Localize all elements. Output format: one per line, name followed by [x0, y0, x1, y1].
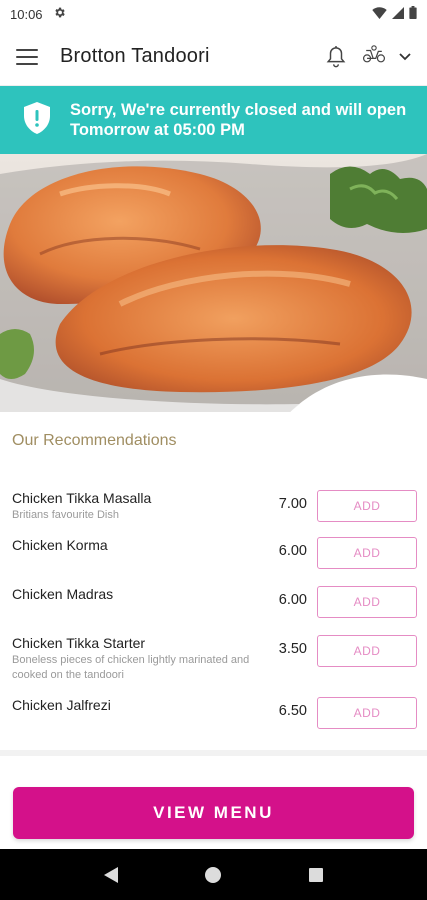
status-bar: 10:06 — [0, 0, 427, 28]
item-price: 3.50 — [278, 641, 307, 657]
add-button[interactable]: ADD — [317, 635, 417, 667]
item-description: Britians favourite Dish — [12, 509, 119, 521]
system-navigation-bar — [0, 849, 427, 900]
item-name: Chicken Korma — [12, 537, 108, 553]
section-divider — [0, 750, 427, 756]
add-button[interactable]: ADD — [317, 490, 417, 522]
shield-alert-icon — [24, 101, 50, 139]
app-bar: Brotton Tandoori — [0, 28, 427, 86]
hamburger-menu-icon[interactable] — [16, 48, 38, 65]
wifi-icon — [372, 6, 387, 22]
chevron-down-icon — [399, 48, 411, 66]
settings-gear-icon — [53, 6, 66, 22]
closed-message: Sorry, We're currently closed and will o… — [70, 101, 407, 139]
item-price: 6.00 — [278, 543, 307, 559]
status-time: 10:06 — [10, 6, 43, 22]
item-price: 6.00 — [278, 592, 307, 608]
item-name: Chicken Madras — [12, 586, 114, 602]
view-menu-button[interactable]: VIEW MENU — [13, 787, 414, 839]
battery-icon — [409, 6, 417, 22]
add-button[interactable]: ADD — [317, 537, 417, 569]
delivery-mode-selector[interactable] — [361, 44, 411, 69]
home-circle-icon[interactable] — [193, 855, 233, 895]
notification-bell-icon[interactable] — [325, 45, 347, 69]
delivery-scooter-icon — [361, 44, 387, 69]
item-price: 6.50 — [278, 703, 307, 719]
item-name: Chicken Tikka Masalla — [12, 490, 152, 506]
closed-notice-banner: Sorry, We're currently closed and will o… — [0, 86, 427, 154]
item-price: 7.00 — [278, 496, 307, 512]
hero-food-image — [0, 154, 427, 412]
item-name: Chicken Jalfrezi — [12, 697, 111, 713]
item-description: Boneless pieces of chicken lightly marin… — [12, 654, 250, 681]
signal-icon — [392, 6, 404, 22]
recommendations-title: Our Recommendations — [12, 432, 177, 449]
item-name: Chicken Tikka Starter — [12, 635, 146, 651]
add-button[interactable]: ADD — [317, 697, 417, 729]
add-button[interactable]: ADD — [317, 586, 417, 618]
restaurant-title: Brotton Tandoori — [60, 45, 210, 67]
recents-square-icon[interactable] — [296, 855, 336, 895]
back-triangle-icon[interactable] — [91, 855, 131, 895]
